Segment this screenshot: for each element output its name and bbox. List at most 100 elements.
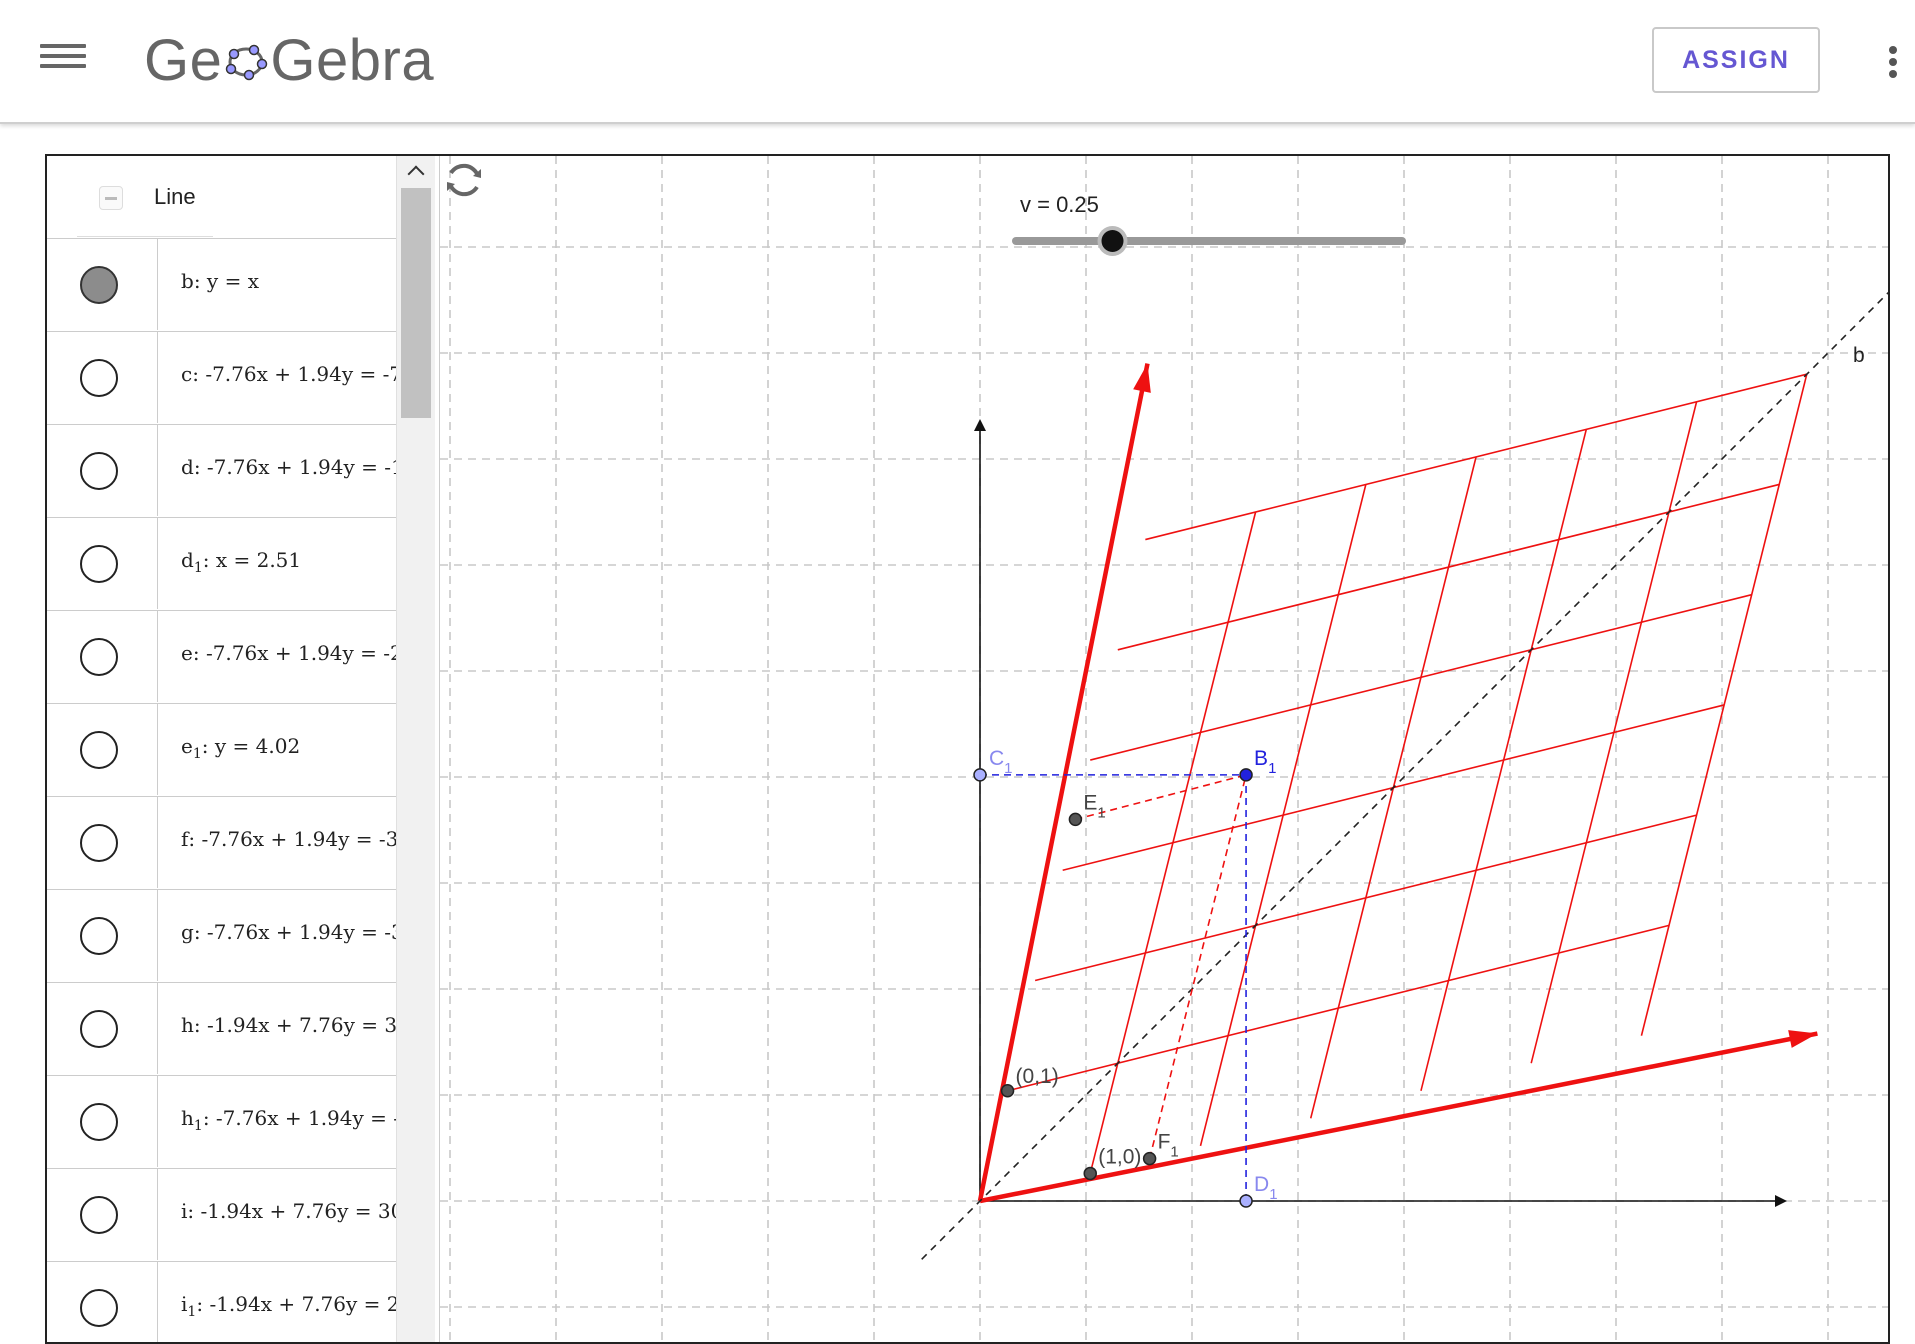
grid-line-transformed — [1117, 483, 1780, 651]
algebra-expression[interactable]: b: y = x — [181, 269, 259, 293]
algebra-expression[interactable]: i1: -1.94x + 7.76y = 2 — [181, 1292, 400, 1320]
app-header: Ge Gebra ASSIGN — [0, 0, 1915, 124]
divider — [77, 236, 213, 237]
colon: : — [193, 269, 207, 293]
algebra-row[interactable]: f: -7.76x + 1.94y = -3 — [47, 796, 398, 888]
vector-w[interactable] — [977, 363, 1150, 1202]
point-e1[interactable] — [1068, 812, 1083, 827]
logo-text-part1: Ge — [144, 27, 223, 93]
label-d1-text: D — [1254, 1173, 1269, 1196]
colon: : — [202, 1106, 216, 1130]
algebra-expression[interactable]: g: -7.76x + 1.94y = -3 — [181, 920, 404, 944]
colon: : — [187, 1199, 201, 1223]
toggle-cell — [47, 1262, 158, 1342]
algebra-view: Line b: y = x c: -7.76x + 1.94y = -7 d: -7… — [47, 156, 440, 1342]
algebra-row[interactable]: h: -1.94x + 7.76y = 31 — [47, 982, 410, 1074]
object-name: d — [181, 548, 194, 572]
label-unit-y-text: (0,1) — [1016, 1065, 1059, 1088]
label-unit-y: (0,1) — [1016, 1065, 1059, 1088]
algebra-row[interactable]: h1: -7.76x + 1.94y = - — [47, 1075, 400, 1167]
visibility-toggle[interactable] — [80, 359, 118, 397]
visibility-toggle[interactable] — [80, 1289, 118, 1327]
object-subscript: 1 — [193, 560, 203, 576]
object-subscript: 1 — [192, 746, 202, 762]
projection-f1 — [1148, 774, 1247, 1159]
visibility-toggle[interactable] — [80, 917, 118, 955]
grid-line-transformed — [1034, 814, 1697, 982]
algebra-row[interactable]: i1: -1.94x + 7.76y = 2 — [47, 1261, 400, 1342]
point-labels: C1 B1E1F1D1(0,1)(1,0)b — [989, 344, 1865, 1203]
visibility-toggle[interactable] — [80, 731, 118, 769]
label-b1: B1 — [1254, 747, 1276, 777]
object-name: g — [181, 920, 194, 944]
collapse-group-button[interactable] — [99, 186, 123, 210]
algebra-expression[interactable]: e: -7.76x + 1.94y = -2 — [181, 641, 403, 665]
label-d1: D1 — [1254, 1173, 1278, 1203]
algebra-group-header: Line — [47, 156, 397, 238]
algebra-expression[interactable]: f: -7.76x + 1.94y = -3 — [181, 827, 398, 851]
more-options-icon[interactable] — [1878, 42, 1908, 82]
vector-u[interactable] — [979, 1031, 1818, 1204]
algebra-row[interactable]: d1: x = 2.51 — [47, 517, 397, 609]
algebra-row[interactable]: c: -7.76x + 1.94y = -7 — [47, 331, 402, 423]
grid-line-transformed — [1007, 924, 1670, 1092]
scroll-thumb[interactable] — [401, 188, 431, 418]
colon: : — [201, 734, 215, 758]
point-unit-y[interactable] — [1000, 1084, 1015, 1098]
object-equation: -7.76x + 1.94y = -2 — [205, 641, 403, 665]
scrollbar[interactable] — [396, 156, 435, 1342]
algebra-expression[interactable]: c: -7.76x + 1.94y = -7 — [181, 362, 402, 386]
object-equation: -1.94x + 7.76y = 31 — [207, 1013, 410, 1037]
point-b1[interactable] — [1239, 768, 1253, 782]
colon: : — [188, 827, 202, 851]
assign-button[interactable]: ASSIGN — [1652, 27, 1820, 93]
visibility-toggle[interactable] — [80, 266, 118, 304]
algebra-expression[interactable]: e1: y = 4.02 — [181, 734, 300, 762]
algebra-expression[interactable]: i: -1.94x + 7.76y = 30 — [181, 1199, 403, 1223]
algebra-expression[interactable]: d1: x = 2.51 — [181, 548, 301, 576]
colon: : — [202, 548, 216, 572]
toggle-cell — [47, 611, 158, 702]
visibility-toggle[interactable] — [80, 824, 118, 862]
object-name: h — [181, 1013, 194, 1037]
label-f1-subscript: 1 — [1170, 1144, 1178, 1161]
graphics-canvas[interactable]: v = 0.25 C1 B1E1F1D1(0,1)(1,0)b — [440, 156, 1890, 1344]
algebra-row[interactable]: g: -7.76x + 1.94y = -3 — [47, 889, 404, 981]
visibility-toggle[interactable] — [80, 1103, 118, 1141]
visibility-toggle[interactable] — [80, 1010, 118, 1048]
object-equation: -7.76x + 1.94y = -1 — [206, 455, 404, 479]
point-d1[interactable] — [1239, 1194, 1253, 1208]
toggle-cell — [47, 1076, 158, 1167]
algebra-row[interactable]: i: -1.94x + 7.76y = 30 — [47, 1168, 403, 1260]
algebra-expression[interactable]: d: -7.76x + 1.94y = -1 — [181, 455, 404, 479]
point-f1[interactable] — [1142, 1151, 1157, 1166]
algebra-row[interactable]: b: y = x — [47, 238, 397, 330]
algebra-expression[interactable]: h: -1.94x + 7.76y = 31 — [181, 1013, 410, 1037]
label-b1-text: B — [1254, 747, 1268, 770]
visibility-toggle[interactable] — [80, 1196, 118, 1234]
hamburger-menu-icon[interactable] — [36, 38, 90, 84]
algebra-row[interactable]: e: -7.76x + 1.94y = -2 — [47, 610, 403, 702]
visibility-toggle[interactable] — [80, 638, 118, 676]
object-name: d — [181, 455, 194, 479]
algebra-row[interactable]: d: -7.76x + 1.94y = -1 — [47, 424, 404, 516]
reset-icon[interactable] — [440, 156, 488, 204]
point-c1[interactable] — [973, 768, 987, 782]
algebra-row[interactable]: e1: y = 4.02 — [47, 703, 397, 795]
scroll-up-arrow-icon[interactable] — [397, 156, 435, 186]
point-unit-x[interactable] — [1083, 1166, 1097, 1181]
object-name: b — [181, 269, 194, 293]
algebra-expression[interactable]: h1: -7.76x + 1.94y = - — [181, 1106, 400, 1134]
colon: : — [193, 455, 207, 479]
slider-knob[interactable] — [1101, 230, 1124, 252]
geogebra-logo: Ge Gebra — [144, 22, 434, 98]
object-equation: -1.94x + 7.76y = 2 — [209, 1292, 400, 1316]
object-name: c — [181, 362, 193, 386]
label-e1-subscript: 1 — [1097, 804, 1105, 821]
object-subscript: 1 — [193, 1118, 203, 1134]
visibility-toggle[interactable] — [80, 545, 118, 583]
visibility-toggle[interactable] — [80, 452, 118, 490]
graphics-view[interactable]: v = 0.25 C1 B1 E1 F1 D1 (0,1) (1,0) b — [440, 156, 1890, 1344]
geogebra-applet: Line b: y = x c: -7.76x + 1.94y = -7 d: -7… — [45, 154, 1890, 1344]
colon: : — [193, 920, 207, 944]
